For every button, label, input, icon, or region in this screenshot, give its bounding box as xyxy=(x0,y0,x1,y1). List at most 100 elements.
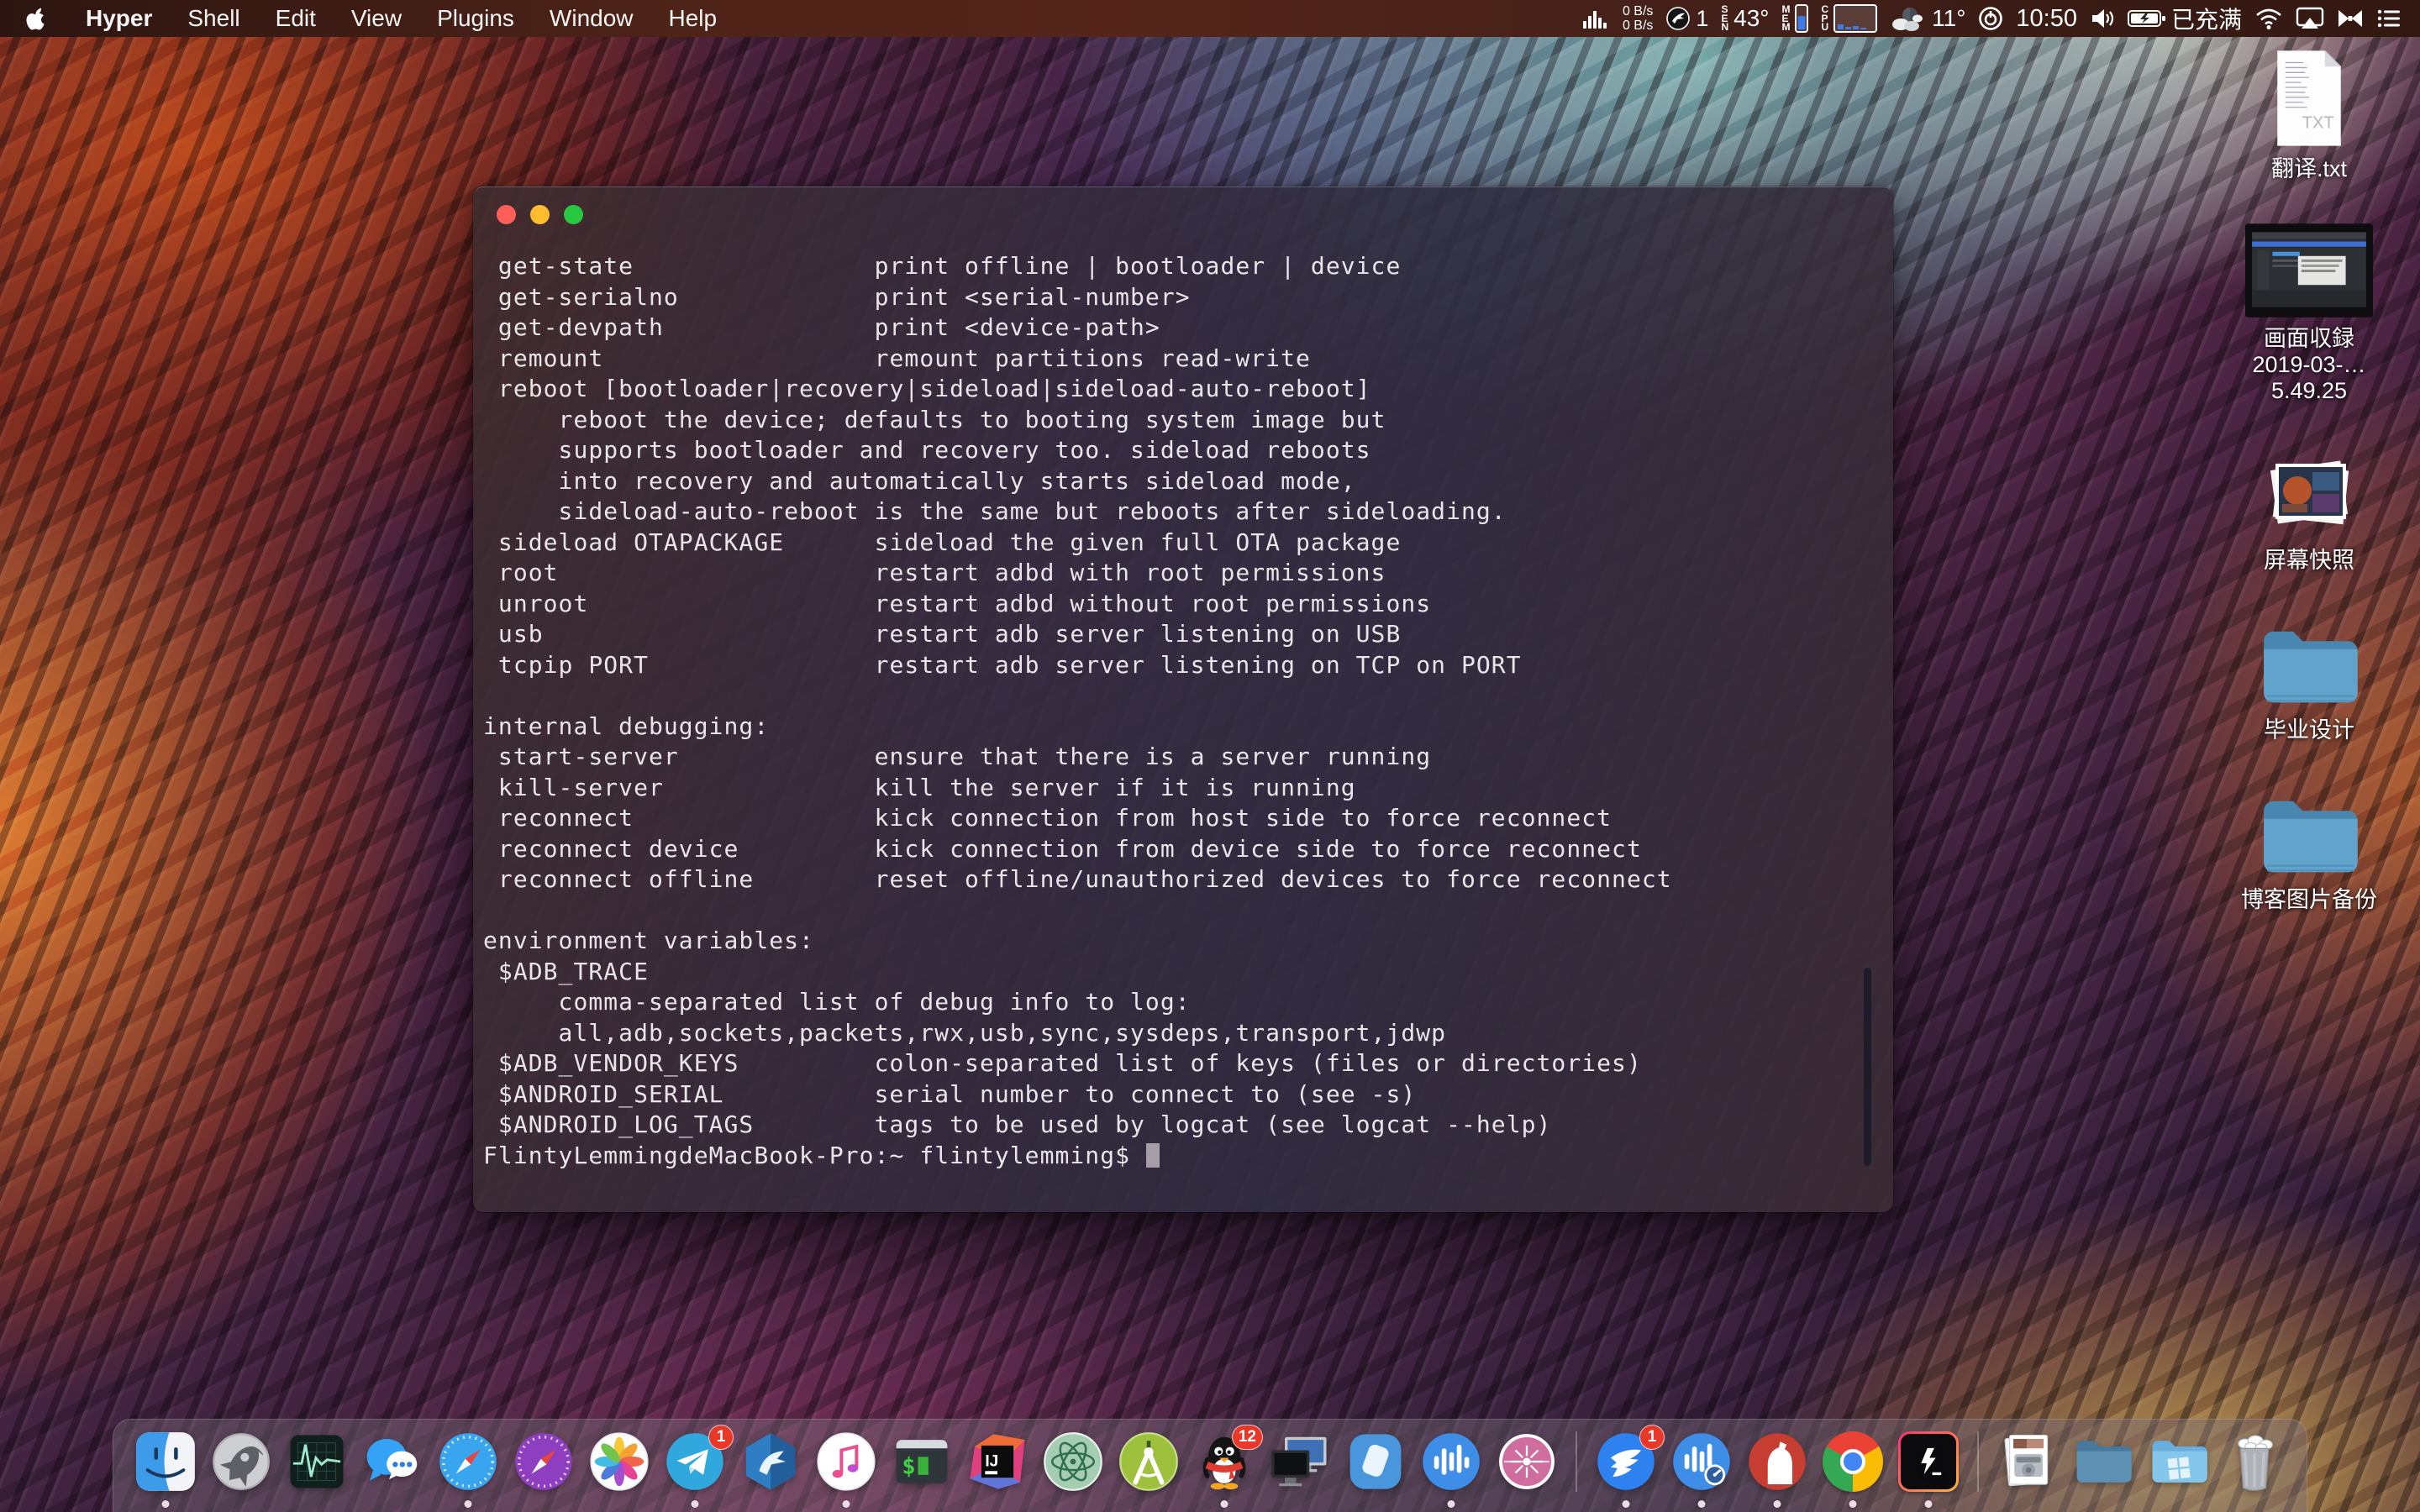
list-icon xyxy=(2376,8,2402,29)
cpu-graph-icon xyxy=(1833,4,1877,33)
bear-icon xyxy=(1747,1431,1807,1492)
dock-item-activity-monitor[interactable] xyxy=(287,1431,347,1492)
net-upload: 0 B/s xyxy=(1623,4,1653,18)
svg-text:TXT: TXT xyxy=(2302,113,2334,132)
dock-item-itunes[interactable] xyxy=(816,1431,876,1492)
dock-item-launchpad[interactable] xyxy=(211,1431,271,1492)
status-volume[interactable] xyxy=(2090,8,2115,29)
status-power-menu[interactable] xyxy=(1978,6,2003,31)
folder-blue-icon xyxy=(2073,1431,2133,1492)
status-list-menu[interactable] xyxy=(2376,8,2402,29)
dock-item-android-studio[interactable] xyxy=(1118,1431,1179,1492)
documents-stack-icon xyxy=(1997,1431,2058,1492)
dock-item-bear[interactable] xyxy=(1747,1431,1807,1492)
menu-edit[interactable]: Edit xyxy=(276,5,316,32)
menu-hyper[interactable]: Hyper xyxy=(86,5,152,32)
status-battery[interactable]: 已充满 xyxy=(2128,2,2242,35)
dock-item-equalizer[interactable] xyxy=(1421,1431,1481,1492)
folder-icon xyxy=(2254,795,2364,879)
dock-item-istat[interactable] xyxy=(1671,1431,1732,1492)
status-cpu-history[interactable] xyxy=(1581,6,1610,31)
istat-icon xyxy=(1671,1431,1732,1492)
hyper-icon xyxy=(1898,1431,1959,1492)
status-wifi[interactable] xyxy=(2254,8,2283,30)
dock-item-safari-tech-preview[interactable] xyxy=(513,1431,574,1492)
dock-item-intellij[interactable]: IJ xyxy=(967,1431,1028,1492)
dock-item-trash-full[interactable] xyxy=(2224,1431,2285,1492)
messages-icon xyxy=(362,1431,423,1492)
dock-item-photos[interactable] xyxy=(589,1431,650,1492)
terminal-prompt-line[interactable]: FlintyLemmingdeMacBook-Pro:~ flintylemmi… xyxy=(483,1141,1871,1172)
status-weather[interactable]: 11° xyxy=(1890,5,1965,32)
paste-icon xyxy=(1345,1431,1406,1492)
desktop-icon-screenshots-stack[interactable]: 屏幕快照 xyxy=(2259,438,2360,574)
menu-help[interactable]: Help xyxy=(669,5,718,32)
dock-item-folder-blue[interactable] xyxy=(2073,1431,2133,1492)
desktop-icon-blog-images-backup-folder[interactable]: 博客图片备份 xyxy=(2241,778,2377,913)
menu-window[interactable]: Window xyxy=(550,5,634,32)
dock-item-telegram[interactable]: 1 xyxy=(665,1431,725,1492)
photo-stack-icon xyxy=(2259,455,2360,539)
folder-art xyxy=(2254,608,2364,709)
dock-separator xyxy=(1576,1431,1577,1492)
dock-item-starburst[interactable] xyxy=(1497,1431,1557,1492)
close-button[interactable] xyxy=(497,205,516,224)
menu-view[interactable]: View xyxy=(351,5,402,32)
status-sensor-temp[interactable]: SEN 43° xyxy=(1721,5,1769,32)
desktop-icon-graduation-project-folder[interactable]: 毕业设计 xyxy=(2254,608,2364,743)
dock-item-chrome[interactable] xyxy=(1823,1431,1883,1492)
dock-item-atom[interactable] xyxy=(1043,1431,1103,1492)
sensor-value: 43° xyxy=(1733,5,1769,32)
status-network-speed[interactable]: 0 B/s0 B/s xyxy=(1623,4,1653,33)
status-bowtie-app[interactable] xyxy=(2337,8,2364,29)
desktop-icon-column: TXT翻译.txt 画面収録2019-03-…5.49.25 屏幕快照毕业设计博客图… xyxy=(2218,47,2400,913)
zoom-button[interactable] xyxy=(564,205,583,224)
terminal-output: get-state print offline | bootloader | d… xyxy=(483,251,1871,1141)
dock-item-folder-windows[interactable] xyxy=(2149,1431,2209,1492)
remote-desktop-icon xyxy=(1270,1431,1330,1492)
dock-item-bird-hexagon[interactable] xyxy=(740,1431,801,1492)
running-indicator xyxy=(1448,1500,1455,1508)
running-indicator xyxy=(1849,1500,1857,1508)
desktop-icon-translation-txt[interactable]: TXT翻译.txt xyxy=(2269,47,2349,182)
dock-item-messages[interactable] xyxy=(362,1431,423,1492)
dock-item-dingtalk[interactable]: 1 xyxy=(1596,1431,1656,1492)
terminal-cursor xyxy=(1146,1143,1160,1168)
menu-shell[interactable]: Shell xyxy=(187,5,239,32)
apple-menu-icon[interactable] xyxy=(25,7,45,31)
desktop-icon-label: 毕业设计 xyxy=(2264,717,2354,743)
hyper-terminal-window[interactable]: get-state print offline | bootloader | d… xyxy=(473,186,1893,1212)
dock-item-qq[interactable]: 12 xyxy=(1194,1431,1255,1492)
window-titlebar[interactable] xyxy=(473,187,1893,241)
screen-recording-thumbnail xyxy=(2245,223,2373,318)
dock-item-finder[interactable] xyxy=(135,1431,196,1492)
itunes-icon xyxy=(816,1431,876,1492)
safari-tech-preview-icon xyxy=(513,1431,574,1492)
dock-item-hyper[interactable] xyxy=(1898,1431,1959,1492)
status-airplay[interactable] xyxy=(2296,7,2324,30)
status-clock[interactable]: 10:50 xyxy=(2016,5,2077,33)
dock-item-remote-desktop[interactable] xyxy=(1270,1431,1330,1492)
dock-item-paste[interactable] xyxy=(1345,1431,1406,1492)
wifi-icon xyxy=(2254,8,2283,30)
scrollbar-thumb[interactable] xyxy=(1864,968,1871,1166)
bowtie-icon xyxy=(2337,8,2364,29)
dock-item-safari[interactable] xyxy=(438,1431,498,1492)
desktop-icon-label: 屏幕快照 xyxy=(2264,548,2354,574)
desktop-icon-screen-recording[interactable]: 画面収録2019-03-…5.49.25 xyxy=(2218,217,2400,404)
dock-item-terminal[interactable]: $ xyxy=(892,1431,952,1492)
menu-plugins[interactable]: Plugins xyxy=(437,5,514,32)
chrome-icon xyxy=(1823,1431,1883,1492)
dock-item-documents-stack[interactable] xyxy=(1997,1431,2058,1492)
memory-gauge-icon xyxy=(1795,4,1808,33)
terminal-content[interactable]: get-state print offline | bootloader | d… xyxy=(473,241,1893,1171)
minimize-button[interactable] xyxy=(530,205,550,224)
status-memory[interactable]: MEM xyxy=(1781,4,1808,33)
status-cpu[interactable]: CPU xyxy=(1821,4,1877,33)
starburst-icon xyxy=(1497,1431,1557,1492)
svg-text:$: $ xyxy=(902,1454,915,1480)
running-indicator xyxy=(1623,1500,1630,1508)
intellij-icon: IJ xyxy=(967,1431,1028,1492)
txt-art: TXT xyxy=(2269,47,2349,148)
status-bird-app[interactable]: 1 xyxy=(1665,6,1708,32)
